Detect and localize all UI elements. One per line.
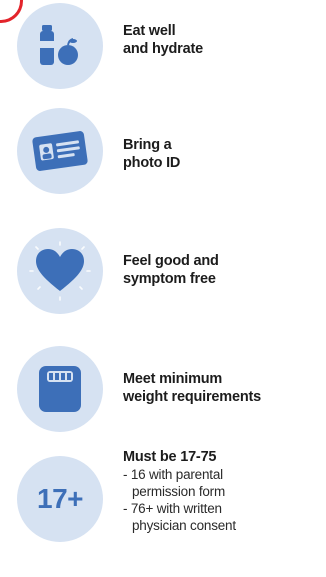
requirement-title: and hydrate xyxy=(123,41,203,57)
requirement-title: Meet minimum xyxy=(123,371,223,387)
requirement-title: weight requirements xyxy=(123,389,262,405)
requirement-item-weight: Meet minimum weight requirements xyxy=(0,346,326,436)
requirement-icon-circle xyxy=(17,108,103,194)
requirement-title: Feel good and xyxy=(123,253,219,269)
requirement-detail: physician consent xyxy=(132,518,236,533)
requirement-icon-circle xyxy=(17,3,103,89)
requirement-title: Eat well xyxy=(123,23,176,39)
requirement-icon-circle xyxy=(17,228,103,314)
requirement-detail: - 76+ with written xyxy=(123,501,222,516)
requirement-detail: permission form xyxy=(132,484,226,499)
requirement-item-photo-id: Bring a photo ID xyxy=(0,108,326,198)
requirement-item-eat-well: Eat well and hydrate xyxy=(0,0,326,90)
photo-id-card-icon xyxy=(32,131,88,171)
requirement-title: photo ID xyxy=(123,155,181,171)
requirement-item-age: 17+ Must be 17-75 - 16 with parental per… xyxy=(0,449,326,577)
requirement-title: Must be 17-75 xyxy=(123,449,217,465)
requirement-title: symptom free xyxy=(123,271,216,287)
requirement-item-feel-good: Feel good and symptom free xyxy=(0,228,326,318)
heart-icon xyxy=(29,241,91,301)
requirement-detail: - 16 with parental xyxy=(123,467,223,482)
requirement-title: Bring a xyxy=(123,137,172,153)
requirement-icon-circle: 17+ xyxy=(17,456,103,542)
scale-icon xyxy=(39,366,81,412)
bottle-apple-icon xyxy=(40,25,78,65)
age-badge: 17+ xyxy=(37,483,84,514)
requirement-icon-circle xyxy=(17,346,103,432)
